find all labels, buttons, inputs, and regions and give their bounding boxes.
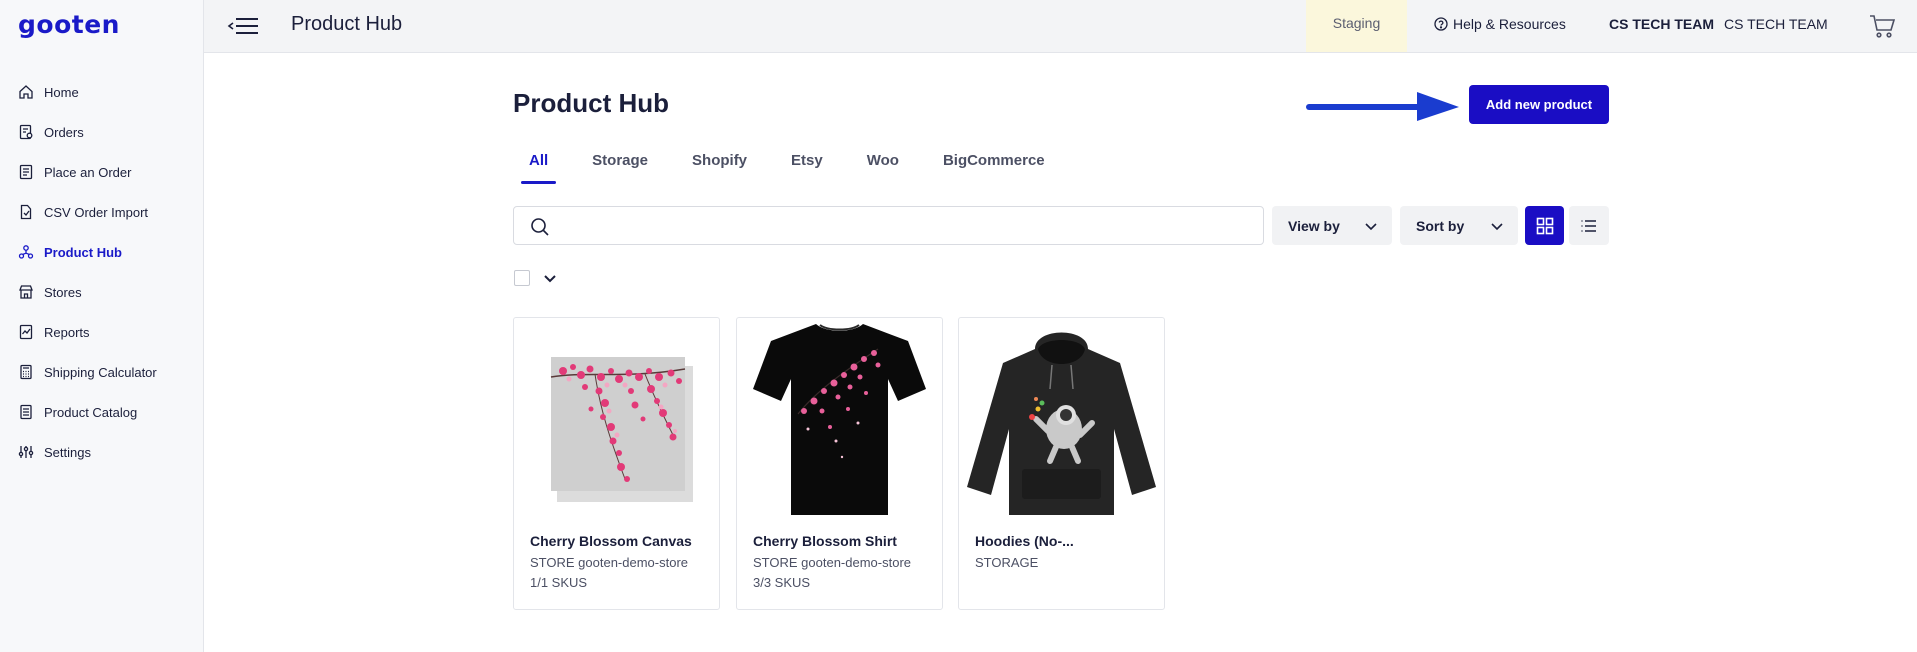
sidebar-item-csv-import[interactable]: CSV Order Import <box>0 192 204 232</box>
team-account[interactable]: CS TECH TEAM <box>1724 16 1828 32</box>
sidebar-item-product-hub[interactable]: Product Hub <box>0 232 204 272</box>
csv-import-icon <box>18 204 34 220</box>
product-card[interactable]: Cherry Blossom Canvas STORE gooten-demo-… <box>513 317 720 610</box>
sidebar-item-stores[interactable]: Stores <box>0 272 204 312</box>
sidebar-item-label: Product Hub <box>44 244 122 260</box>
calculator-icon <box>18 364 34 380</box>
sidebar-item-label: Home <box>44 84 79 100</box>
sidebar-item-label: Orders <box>44 124 84 140</box>
help-label: Help & Resources <box>1453 16 1566 32</box>
sort-by-label: Sort by <box>1416 217 1465 234</box>
product-skus: 1/1 SKUS <box>530 575 588 590</box>
menu-collapse-icon[interactable] <box>226 12 260 40</box>
sidebar-item-reports[interactable]: Reports <box>0 312 204 352</box>
sidebar-item-home[interactable]: Home <box>0 72 204 112</box>
product-store: STORAGE <box>975 555 1039 570</box>
sidebar-item-label: Product Catalog <box>44 404 138 420</box>
sidebar-item-orders[interactable]: Orders <box>0 112 204 152</box>
tab-shopify[interactable]: Shopify <box>684 148 755 182</box>
sidebar-item-label: Place an Order <box>44 164 132 180</box>
help-circle-icon <box>1434 17 1448 31</box>
sidebar-item-settings[interactable]: Settings <box>0 432 204 472</box>
product-skus: 3/3 SKUS <box>753 575 811 590</box>
chevron-down-icon[interactable] <box>542 270 558 286</box>
grid-icon <box>1536 217 1553 234</box>
team-name[interactable]: CS TECH TEAM <box>1609 16 1714 32</box>
product-store: STORE gooten-demo-store <box>753 555 911 570</box>
tab-storage[interactable]: Storage <box>584 148 656 182</box>
page-title: Product Hub <box>513 88 669 118</box>
home-icon <box>18 84 34 100</box>
sidebar-nav: Home Orders Place an Order CSV Order Imp… <box>0 72 204 472</box>
place-order-icon <box>18 164 34 180</box>
list-icon <box>1581 219 1596 232</box>
search-input[interactable] <box>560 207 1250 244</box>
top-bar: Product Hub Staging Help & Resources CS … <box>204 0 1917 53</box>
store-icon <box>18 284 34 300</box>
tab-bigcommerce[interactable]: BigCommerce <box>935 148 1053 182</box>
search-icon <box>531 218 549 236</box>
tab-woo[interactable]: Woo <box>859 148 907 182</box>
product-image-canvas <box>515 319 718 519</box>
product-name: Cherry Blossom Shirt <box>753 533 897 549</box>
list-view-button[interactable] <box>1569 206 1609 245</box>
tab-etsy[interactable]: Etsy <box>783 148 831 182</box>
product-image-tshirt <box>738 319 941 519</box>
cart-icon[interactable] <box>1868 12 1896 40</box>
add-new-product-button[interactable]: Add new product <box>1469 85 1609 124</box>
arrow-annotation-icon <box>1306 92 1459 121</box>
view-by-dropdown[interactable]: View by <box>1272 206 1392 245</box>
sidebar-item-label: Reports <box>44 324 90 340</box>
chevron-down-icon <box>1365 223 1377 231</box>
product-store: STORE gooten-demo-store <box>530 555 688 570</box>
sidebar-item-shipping-calculator[interactable]: Shipping Calculator <box>0 352 204 392</box>
product-hub-icon <box>18 244 34 260</box>
platform-tabs: All Storage Shopify Etsy Woo BigCommerce <box>513 148 1081 184</box>
orders-icon <box>18 124 34 140</box>
reports-icon <box>18 324 34 340</box>
sidebar-item-place-order[interactable]: Place an Order <box>0 152 204 192</box>
view-by-label: View by <box>1288 217 1340 234</box>
sidebar: gooten Home Orders Place an Order CSV Or… <box>0 0 204 652</box>
product-name: Cherry Blossom Canvas <box>530 533 692 549</box>
staging-badge: Staging <box>1306 0 1407 52</box>
sidebar-item-label: Stores <box>44 284 82 300</box>
settings-icon <box>18 444 34 460</box>
select-all-checkbox[interactable] <box>514 270 530 286</box>
search-box <box>513 206 1264 245</box>
tab-all[interactable]: All <box>513 148 557 184</box>
product-card[interactable]: Hoodies (No-... STORAGE <box>958 317 1165 610</box>
sort-by-dropdown[interactable]: Sort by <box>1400 206 1518 245</box>
product-card[interactable]: Cherry Blossom Shirt STORE gooten-demo-s… <box>736 317 943 610</box>
sidebar-item-product-catalog[interactable]: Product Catalog <box>0 392 204 432</box>
product-name: Hoodies (No-... <box>975 533 1074 549</box>
product-image-hoodie <box>960 319 1163 519</box>
chevron-down-icon <box>1491 223 1503 231</box>
help-resources-link[interactable]: Help & Resources <box>1434 16 1566 32</box>
sidebar-item-label: Settings <box>44 444 91 460</box>
sidebar-item-label: Shipping Calculator <box>44 364 157 380</box>
sidebar-item-label: CSV Order Import <box>44 204 149 220</box>
catalog-icon <box>18 404 34 420</box>
logo[interactable]: gooten <box>18 10 120 39</box>
topbar-title: Product Hub <box>291 13 403 35</box>
grid-view-button[interactable] <box>1525 206 1564 245</box>
